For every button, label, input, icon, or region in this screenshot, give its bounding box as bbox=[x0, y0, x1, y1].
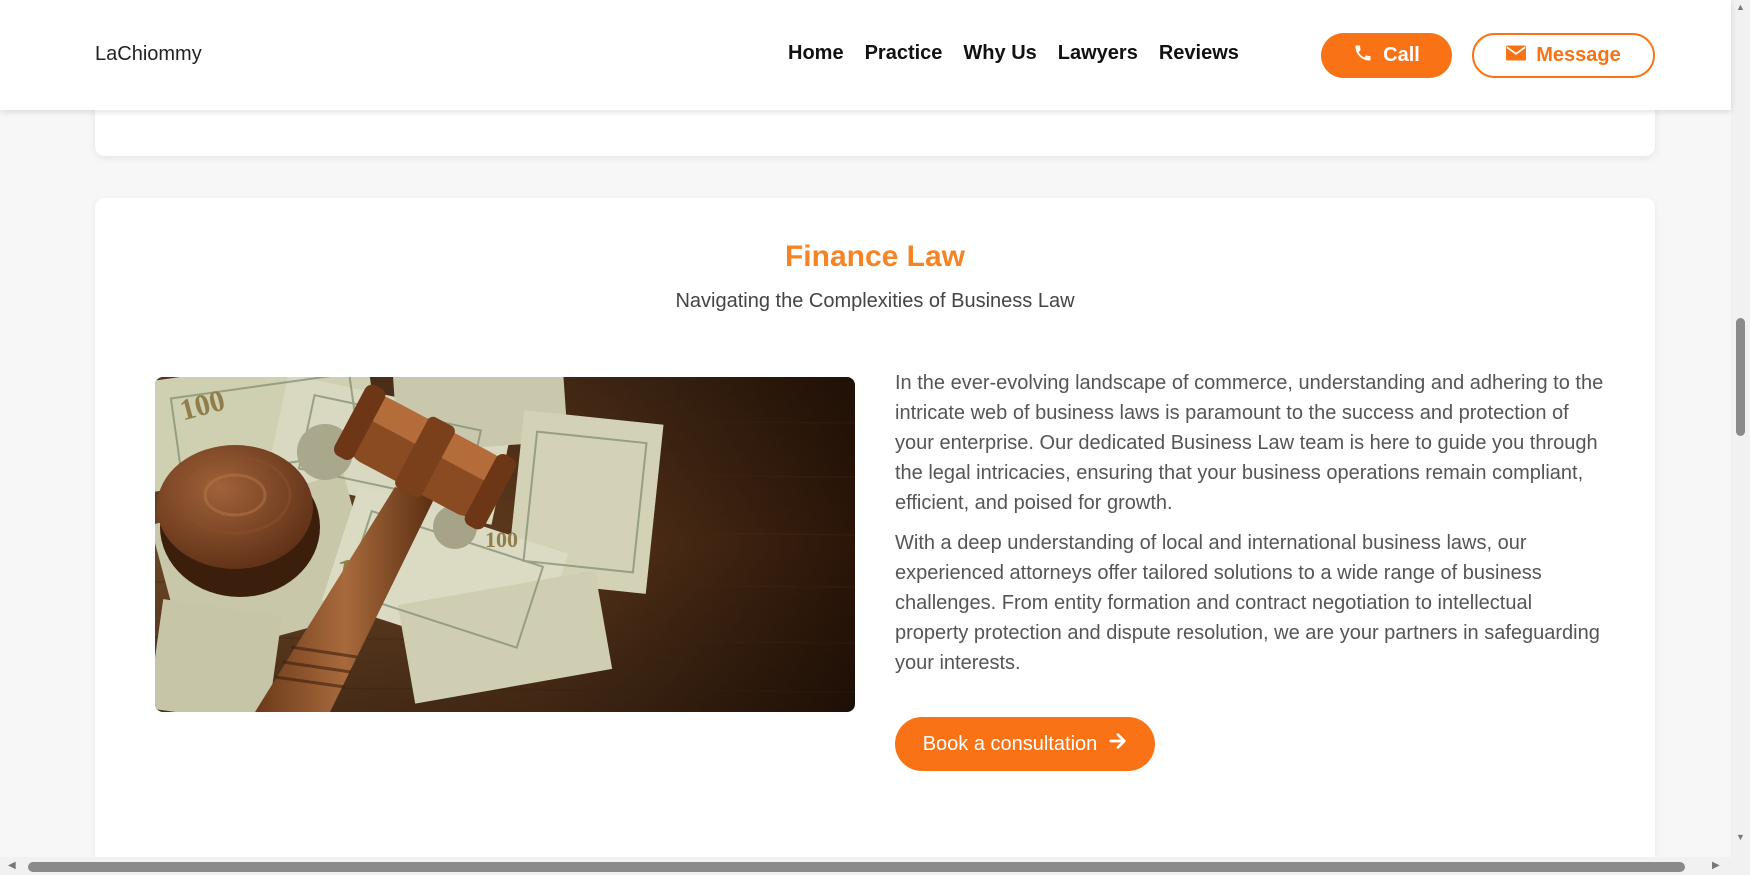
site-header: LaChiommy Home Practice Why Us Lawyers R… bbox=[0, 0, 1731, 110]
nav-why-us[interactable]: Why Us bbox=[963, 42, 1036, 65]
envelope-icon bbox=[1506, 44, 1527, 67]
main-nav: Home Practice Why Us Lawyers Reviews bbox=[788, 42, 1239, 65]
message-button[interactable]: Message bbox=[1472, 33, 1655, 78]
section-body: In the ever-evolving landscape of commer… bbox=[895, 368, 1605, 678]
horizontal-scroll-thumb[interactable] bbox=[28, 862, 1685, 872]
call-button[interactable]: Call bbox=[1321, 33, 1452, 78]
gavel-money-image: 100 100 100 bbox=[155, 377, 855, 712]
horizontal-scrollbar[interactable]: ◀ ▶ bbox=[0, 857, 1750, 875]
nav-practice[interactable]: Practice bbox=[865, 42, 943, 65]
nav-home[interactable]: Home bbox=[788, 42, 844, 65]
book-consultation-button[interactable]: Book a consultation bbox=[895, 717, 1155, 771]
scroll-right-icon[interactable]: ▶ bbox=[1712, 860, 1720, 871]
nav-lawyers[interactable]: Lawyers bbox=[1058, 42, 1138, 65]
arrow-right-icon bbox=[1109, 732, 1127, 756]
book-consultation-label: Book a consultation bbox=[922, 732, 1098, 755]
section-subtitle: Navigating the Complexities of Business … bbox=[675, 290, 1075, 312]
nav-reviews[interactable]: Reviews bbox=[1159, 42, 1239, 65]
scroll-up-icon[interactable]: ▲ bbox=[1736, 2, 1745, 12]
call-label: Call bbox=[1383, 44, 1420, 66]
phone-icon bbox=[1353, 43, 1373, 69]
section-title: Finance Law bbox=[784, 240, 966, 273]
finance-law-card: Finance Law Navigating the Complexities … bbox=[95, 198, 1655, 875]
vertical-scroll-thumb[interactable] bbox=[1736, 318, 1745, 436]
brand-logo[interactable]: LaChiommy bbox=[95, 43, 202, 66]
vertical-scrollbar[interactable]: ▲ ▼ bbox=[1731, 0, 1750, 857]
svg-text:100: 100 bbox=[485, 527, 518, 552]
body-paragraph-1: In the ever-evolving landscape of commer… bbox=[895, 372, 1604, 514]
scroll-left-icon[interactable]: ◀ bbox=[8, 860, 16, 871]
body-paragraph-2: With a deep understanding of local and i… bbox=[895, 532, 1600, 674]
scroll-down-icon[interactable]: ▼ bbox=[1736, 832, 1745, 842]
message-label: Message bbox=[1536, 44, 1621, 66]
